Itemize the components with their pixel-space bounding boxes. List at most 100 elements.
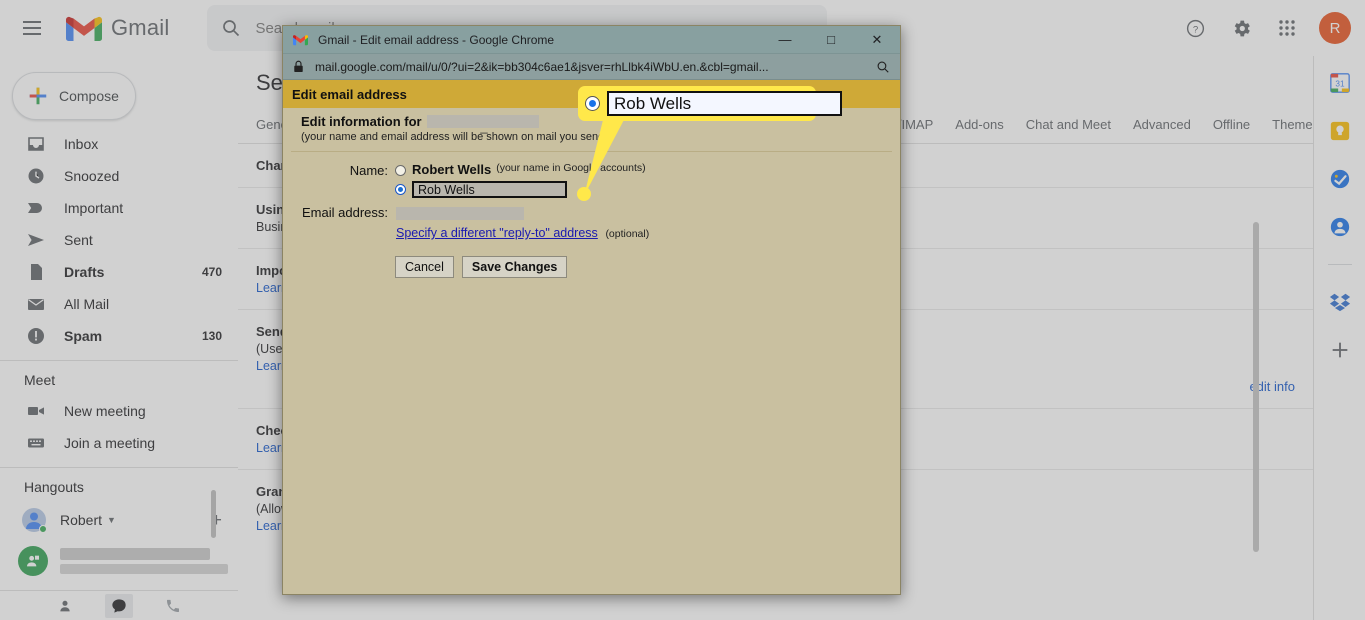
gmail-wordmark: Gmail — [111, 15, 170, 40]
tab-add-ons[interactable]: Add-ons — [955, 106, 1003, 144]
radio-icon — [395, 184, 406, 195]
reply-to-link[interactable]: Specify a different "reply-to" address — [396, 226, 598, 240]
tab-themes[interactable]: Themes — [1272, 106, 1313, 144]
phone-icon[interactable] — [159, 594, 187, 618]
search-icon — [223, 20, 240, 37]
hangouts-avatar — [22, 508, 47, 533]
side-app-rail: 31 — [1313, 56, 1365, 620]
divider — [0, 467, 238, 468]
popup-url-bar[interactable]: mail.google.com/mail/u/0/?ui=2&ik=bb304c… — [283, 54, 900, 80]
clock-icon — [28, 168, 44, 184]
redacted-email — [426, 115, 539, 134]
sidebar-count: 470 — [201, 265, 222, 279]
person-icon — [27, 555, 39, 567]
google-apps-icon[interactable] — [1267, 8, 1307, 48]
sidebar-item-all-mail[interactable]: All Mail — [0, 288, 238, 320]
person-icon[interactable] — [51, 594, 79, 618]
chat-scrollbar[interactable] — [211, 490, 216, 538]
sidebar-label: Spam — [64, 328, 103, 344]
minimize-button[interactable]: — — [762, 26, 808, 54]
divider — [1327, 264, 1352, 265]
gmail-m-icon — [66, 16, 102, 41]
hangouts-user-name: Robert — [60, 512, 103, 528]
spam-icon — [28, 328, 44, 344]
google-calendar-icon[interactable]: 31 — [1329, 72, 1351, 94]
sidebar-label: Snoozed — [64, 168, 120, 184]
add-app-icon[interactable] — [1329, 339, 1351, 361]
chevron-down-icon[interactable]: ▼ — [107, 515, 116, 525]
sidebar-label: Important — [64, 200, 124, 216]
lock-icon — [294, 60, 303, 72]
status-dot — [39, 525, 47, 533]
compose-label: Compose — [59, 88, 119, 104]
annotation-callout — [578, 86, 842, 121]
google-contacts-icon[interactable] — [1329, 216, 1351, 238]
popup-title-bar[interactable]: Gmail - Edit email address - Google Chro… — [283, 26, 900, 54]
sidebar-item-inbox[interactable]: Inbox — [0, 128, 238, 160]
nav-list: Inbox Snoozed Important Sent Drafts 470 … — [0, 128, 238, 352]
email-label: Email address: — [302, 205, 388, 220]
avatar-initial: R — [1329, 19, 1341, 37]
avatar[interactable]: R — [1319, 12, 1351, 44]
sidebar-item-spam[interactable]: Spam 130 — [0, 320, 238, 352]
send-icon — [28, 234, 44, 246]
gear-icon[interactable] — [1221, 8, 1261, 48]
dialog-title: Edit email address — [292, 86, 407, 102]
redacted-text — [60, 564, 228, 574]
sidebar-footer — [0, 590, 238, 620]
contact-avatar — [18, 546, 48, 576]
hangouts-user-row[interactable]: Robert ▼ + — [0, 502, 238, 538]
dropbox-icon[interactable] — [1329, 291, 1351, 313]
sidebar: Compose Inbox Snoozed Important Sent Dra… — [0, 56, 238, 620]
divider — [0, 360, 238, 361]
maximize-button[interactable]: □ — [808, 26, 854, 54]
reply-to-row: Specify a different "reply-to" address (… — [396, 225, 649, 240]
sidebar-label: New meeting — [64, 403, 146, 419]
reply-to-optional: (optional) — [605, 228, 650, 240]
video-camera-icon — [28, 407, 44, 415]
annotation-name-input[interactable] — [607, 91, 842, 116]
screen: Gmail ? — [0, 0, 1365, 620]
main-scrollbar[interactable] — [1253, 222, 1259, 552]
redacted-email-value — [396, 207, 524, 220]
chat-bubble-icon[interactable] — [105, 593, 133, 618]
sidebar-label: Join a meeting — [64, 435, 156, 451]
gmail-favicon — [293, 34, 308, 45]
url-text: mail.google.com/mail/u/0/?ui=2&ik=bb304c… — [315, 59, 769, 74]
window-controls: — □ ✕ — [762, 26, 900, 54]
tab-offline[interactable]: Offline — [1213, 106, 1250, 144]
sidebar-item-drafts[interactable]: Drafts 470 — [0, 256, 238, 288]
save-changes-button[interactable]: Save Changes — [461, 256, 568, 278]
gmail-logo[interactable]: Gmail — [66, 15, 169, 42]
popup-window-title: Gmail - Edit email address - Google Chro… — [318, 32, 555, 47]
tab-chat-and-meet[interactable]: Chat and Meet — [1026, 106, 1111, 144]
google-tasks-icon[interactable] — [1329, 168, 1351, 190]
cancel-button[interactable]: Cancel — [395, 256, 454, 278]
sidebar-item-snoozed[interactable]: Snoozed — [0, 160, 238, 192]
keyboard-icon — [28, 438, 44, 448]
important-icon — [28, 203, 42, 213]
sidebar-item-sent[interactable]: Sent — [0, 224, 238, 256]
search-icon[interactable] — [876, 60, 890, 74]
svg-text:?: ? — [1192, 24, 1197, 35]
sidebar-label: All Mail — [64, 296, 110, 312]
top-right-actions: ? R — [1175, 0, 1355, 56]
tab-advanced[interactable]: Advanced — [1133, 106, 1191, 144]
list-item[interactable] — [0, 538, 238, 584]
sidebar-item-important[interactable]: Important — [0, 192, 238, 224]
redacted-text — [60, 548, 210, 560]
email-row: Email address: Specify a different "repl… — [283, 204, 900, 240]
mail-stack-icon — [28, 299, 44, 310]
sidebar-item-join-meeting[interactable]: Join a meeting — [0, 427, 238, 459]
main-menu-icon[interactable] — [12, 8, 52, 48]
close-icon[interactable]: ✕ — [854, 26, 900, 54]
custom-name-input[interactable] — [412, 181, 567, 198]
dialog-buttons: Cancel Save Changes — [283, 240, 900, 278]
name-label: Name: — [349, 163, 388, 178]
compose-button[interactable]: Compose — [12, 72, 136, 120]
inbox-icon — [28, 137, 44, 151]
help-icon[interactable]: ? — [1175, 8, 1215, 48]
google-keep-icon[interactable] — [1329, 120, 1351, 142]
sidebar-item-new-meeting[interactable]: New meeting — [0, 395, 238, 427]
radio-icon — [395, 165, 406, 176]
